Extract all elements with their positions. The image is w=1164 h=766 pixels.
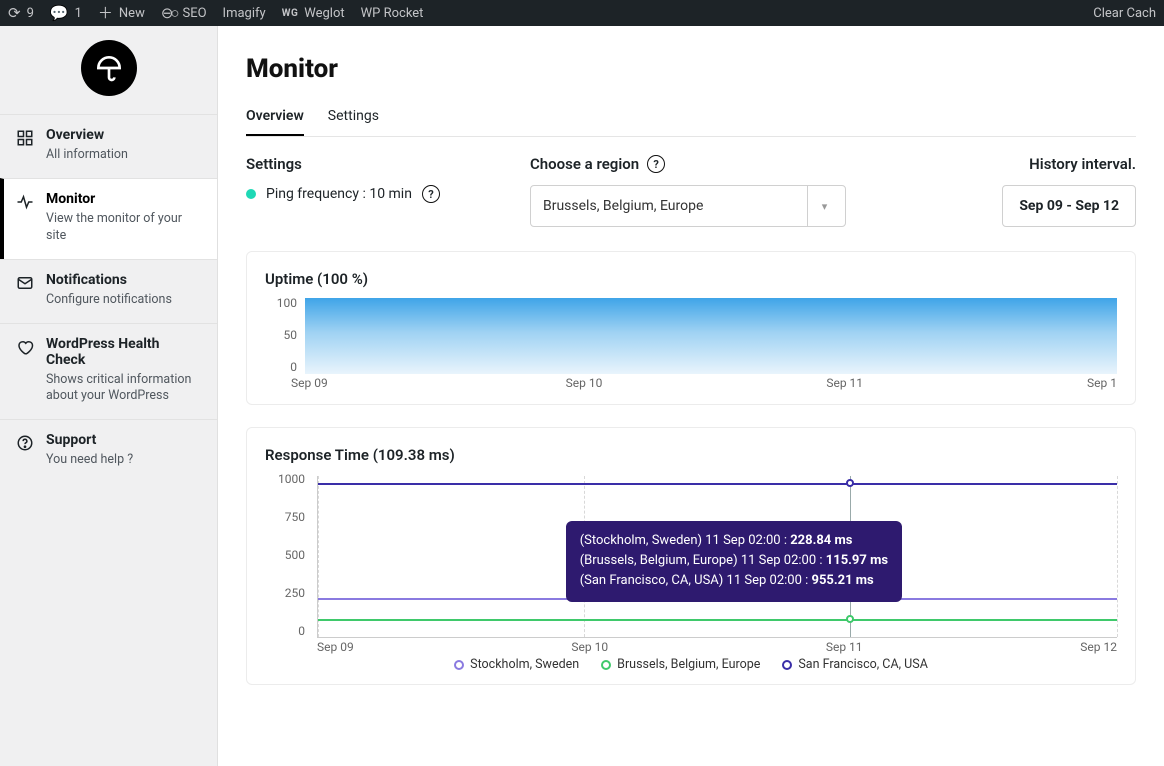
x-tick: Sep 09 xyxy=(291,376,328,392)
y-tick: 100 xyxy=(265,296,297,310)
status-dot xyxy=(246,189,256,199)
x-tick: Sep 11 xyxy=(826,376,863,392)
x-tick: Sep 10 xyxy=(566,376,603,392)
legend-sanfrancisco[interactable]: San Francisco, CA, USA xyxy=(782,657,927,672)
sidebar-item-desc: Shows critical information about your Wo… xyxy=(46,372,201,406)
region-select[interactable]: Brussels, Belgium, Europe ▾ xyxy=(530,185,846,227)
updates-icon: ⟳ xyxy=(8,6,21,21)
settings-heading: Settings xyxy=(246,155,506,173)
page-title: Monitor xyxy=(246,54,1136,84)
response-plot-area: (Stockholm, Sweden) 11 Sep 02:00 : 228.8… xyxy=(317,476,1117,638)
sidebar-item-support[interactable]: Support You need help ? xyxy=(0,419,217,483)
activity-icon xyxy=(16,193,34,211)
point-sanfrancisco xyxy=(846,479,854,487)
sidebar-item-label: Monitor xyxy=(46,191,201,207)
response-chart: 1000 750 500 250 0 xyxy=(265,472,1117,672)
y-tick: 500 xyxy=(265,548,305,562)
weglot-icon: WG xyxy=(282,8,299,19)
y-tick: 750 xyxy=(265,510,305,524)
sidebar-item-notifications[interactable]: Notifications Configure notifications xyxy=(0,259,217,323)
tabs: Overview Settings xyxy=(246,102,1136,137)
help-icon xyxy=(16,434,34,452)
sidebar-item-desc: All information xyxy=(46,147,128,164)
new-label: New xyxy=(119,6,145,21)
sidebar-item-label: WordPress Health Check xyxy=(46,336,201,368)
point-brussels xyxy=(846,615,854,623)
help-icon[interactable]: ? xyxy=(422,185,440,203)
region-heading: Choose a region xyxy=(530,155,639,173)
legend-brussels[interactable]: Brussels, Belgium, Europe xyxy=(601,657,760,672)
adminbar-new[interactable]: ＋ New xyxy=(98,6,145,21)
updates-count: 9 xyxy=(27,6,34,21)
x-tick: Sep 09 xyxy=(317,640,354,654)
sidebar-item-overview[interactable]: Overview All information xyxy=(0,114,217,178)
y-tick: 0 xyxy=(265,360,297,374)
plus-icon: ＋ xyxy=(98,6,113,21)
ping-frequency-text: Ping frequency : 10 min xyxy=(266,186,412,202)
mail-icon xyxy=(16,274,34,292)
plugin-sidebar: Overview All information Monitor View th… xyxy=(0,26,218,766)
x-tick: Sep 10 xyxy=(571,640,608,654)
heart-icon xyxy=(16,338,34,356)
x-tick: Sep 11 xyxy=(826,640,863,654)
adminbar-updates[interactable]: ⟳ 9 xyxy=(8,6,34,21)
y-tick: 250 xyxy=(265,586,305,600)
adminbar-weglot[interactable]: WG Weglot xyxy=(282,6,345,21)
help-icon[interactable]: ? xyxy=(647,155,665,173)
sidebar-item-healthcheck[interactable]: WordPress Health Check Shows critical in… xyxy=(0,323,217,420)
grid-icon xyxy=(16,129,34,147)
sidebar-item-label: Notifications xyxy=(46,272,172,288)
plugin-logo xyxy=(81,40,137,96)
sidebar-item-desc: Configure notifications xyxy=(46,292,172,309)
chart-tooltip: (Stockholm, Sweden) 11 Sep 02:00 : 228.8… xyxy=(566,521,902,601)
uptime-card: Uptime (100 %) 100 50 0 Sep 09 Sep 10 Se… xyxy=(246,251,1136,405)
legend-stockholm[interactable]: Stockholm, Sweden xyxy=(454,657,579,672)
line-brussels xyxy=(318,619,1117,621)
sidebar-item-label: Overview xyxy=(46,127,128,143)
line-sanfrancisco xyxy=(318,483,1117,485)
y-tick: 0 xyxy=(265,624,305,638)
y-tick: 1000 xyxy=(265,472,305,486)
response-title: Response Time (109.38 ms) xyxy=(265,446,1117,464)
adminbar-comments[interactable]: 💬 1 xyxy=(50,6,82,21)
sidebar-item-desc: View the monitor of your site xyxy=(46,211,201,245)
sidebar-item-monitor[interactable]: Monitor View the monitor of your site xyxy=(0,178,217,259)
seo-icon: ⊖○ xyxy=(161,6,177,21)
date-range-button[interactable]: Sep 09 - Sep 12 xyxy=(1002,185,1136,227)
region-selected-value: Brussels, Belgium, Europe xyxy=(543,198,703,214)
response-legend: Stockholm, Sweden Brussels, Belgium, Eur… xyxy=(265,657,1117,672)
wp-admin-bar: ⟳ 9 💬 1 ＋ New ⊖○ SEO Imagify WG Weglot W… xyxy=(0,0,1164,26)
sidebar-item-label: Support xyxy=(46,432,133,448)
x-tick: Sep 12 xyxy=(1080,640,1117,654)
uptime-chart: 100 50 0 Sep 09 Sep 10 Sep 11 Sep 1 xyxy=(265,296,1117,392)
uptime-title: Uptime (100 %) xyxy=(265,270,1117,288)
tab-overview[interactable]: Overview xyxy=(246,102,304,136)
history-interval-heading: History interval. xyxy=(1002,155,1136,173)
chevron-down-icon: ▾ xyxy=(822,200,828,213)
response-card: Response Time (109.38 ms) 1000 750 500 2… xyxy=(246,427,1136,685)
comments-icon: 💬 xyxy=(50,6,69,21)
y-tick: 50 xyxy=(265,328,297,342)
main-content: Monitor Overview Settings Settings Ping … xyxy=(218,26,1164,766)
uptime-plot-area xyxy=(305,298,1117,374)
comments-count: 1 xyxy=(75,6,82,21)
x-tick: Sep 1 xyxy=(1087,376,1117,392)
sidebar-item-desc: You need help ? xyxy=(46,452,133,469)
tab-settings[interactable]: Settings xyxy=(328,102,379,136)
adminbar-seo[interactable]: ⊖○ SEO xyxy=(161,6,207,21)
adminbar-clear-cache[interactable]: Clear Cach xyxy=(1093,6,1156,21)
adminbar-wprocket[interactable]: WP Rocket xyxy=(361,6,424,21)
adminbar-imagify[interactable]: Imagify xyxy=(223,6,266,21)
